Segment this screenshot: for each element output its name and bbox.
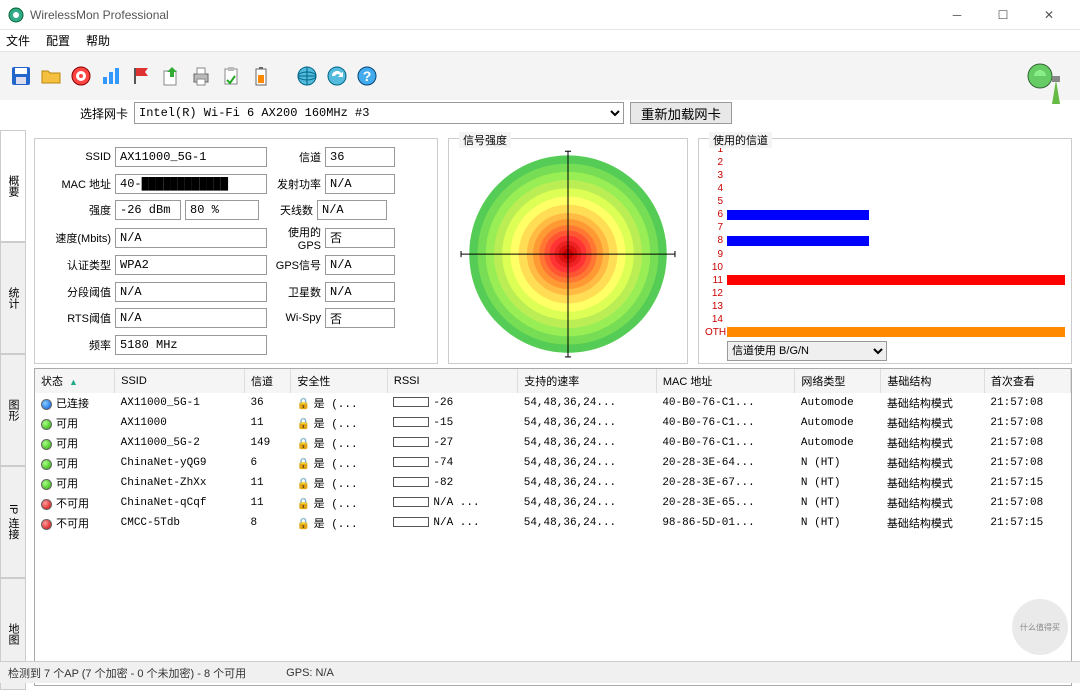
- menu-help[interactable]: 帮助: [86, 32, 110, 49]
- window-title: WirelessMon Professional: [30, 8, 934, 22]
- channel-row: 8: [705, 234, 1065, 247]
- freq-field[interactable]: [115, 335, 267, 355]
- minimize-button[interactable]: ─: [934, 1, 980, 29]
- channel-row: 1: [705, 143, 1065, 156]
- col-header[interactable]: RSSI: [387, 369, 517, 393]
- channel-mode-select[interactable]: 信道使用 B/G/N: [727, 341, 887, 361]
- channel-row: 3: [705, 169, 1065, 182]
- channel-row: 10: [705, 261, 1065, 274]
- channel-row: 9: [705, 248, 1065, 261]
- channel-row: 11: [705, 274, 1065, 287]
- battery-icon[interactable]: [248, 63, 274, 89]
- table-row[interactable]: 可用ChinaNet-ZhXx11🔒是 (...-8254,48,36,24..…: [35, 473, 1071, 493]
- channel-row: 13: [705, 300, 1065, 313]
- antenna-icon: [1022, 60, 1068, 106]
- channel-panel: 使用的信道 1234567891011121314OTH 信道使用 B/G/N: [698, 138, 1072, 364]
- channel-row: 14: [705, 313, 1065, 326]
- col-header[interactable]: 网络类型: [795, 369, 881, 393]
- rate-field[interactable]: [115, 228, 267, 248]
- table-row[interactable]: 可用AX11000_5G-2149🔒是 (...-2754,48,36,24..…: [35, 433, 1071, 453]
- channel-row: 4: [705, 182, 1065, 195]
- nic-selector-row: 选择网卡 Intel(R) Wi-Fi 6 AX200 160MHz #3 重新…: [0, 100, 1080, 130]
- folder-icon[interactable]: [38, 63, 64, 89]
- chart-icon[interactable]: [98, 63, 124, 89]
- strength-dbm-field[interactable]: [115, 200, 181, 220]
- menubar: 文件 配置 帮助: [0, 30, 1080, 52]
- menu-file[interactable]: 文件: [6, 32, 30, 49]
- clipboard-icon[interactable]: [218, 63, 244, 89]
- col-header[interactable]: 基础结构: [881, 369, 985, 393]
- flag-icon[interactable]: [128, 63, 154, 89]
- wispy-field[interactable]: [325, 308, 395, 328]
- gps-signal-field[interactable]: [325, 255, 395, 275]
- ap-table: 状态▲SSID信道安全性RSSI支持的速率MAC 地址网络类型基础结构首次查看 …: [34, 368, 1072, 686]
- col-header[interactable]: 支持的速率: [518, 369, 657, 393]
- channel-row: 7: [705, 221, 1065, 234]
- print-icon[interactable]: [188, 63, 214, 89]
- antennas-field[interactable]: [317, 200, 387, 220]
- strength-pct-field[interactable]: [185, 200, 259, 220]
- col-header[interactable]: 信道: [244, 369, 290, 393]
- channel-row: 6: [705, 208, 1065, 221]
- export-icon[interactable]: [158, 63, 184, 89]
- col-header[interactable]: 安全性: [291, 369, 388, 393]
- channel-row: 12: [705, 287, 1065, 300]
- titlebar: WirelessMon Professional ─ ☐ ✕: [0, 0, 1080, 30]
- table-row[interactable]: 已连接AX11000_5G-136🔒是 (...-2654,48,36,24..…: [35, 393, 1071, 413]
- radar-panel: 信号强度: [448, 138, 688, 364]
- channel-row: 5: [705, 195, 1065, 208]
- gps-used-field[interactable]: [325, 228, 395, 248]
- tab-overview[interactable]: 概要: [0, 130, 25, 242]
- sat-field[interactable]: [325, 282, 395, 302]
- target-icon[interactable]: [68, 63, 94, 89]
- close-button[interactable]: ✕: [1026, 1, 1072, 29]
- radar-chart: [453, 143, 683, 359]
- reload-nic-button[interactable]: 重新加载网卡: [630, 102, 732, 124]
- maximize-button[interactable]: ☐: [980, 1, 1026, 29]
- mac-field[interactable]: [115, 174, 267, 194]
- col-header[interactable]: SSID: [115, 369, 245, 393]
- svg-text:?: ?: [363, 68, 372, 84]
- channel-row: 2: [705, 156, 1065, 169]
- rts-field[interactable]: [115, 308, 267, 328]
- statusbar: 检测到 7 个AP (7 个加密 - 0 个未加密) - 8 个可用 GPS: …: [0, 661, 1080, 683]
- col-header[interactable]: 状态▲: [35, 369, 115, 393]
- table-row[interactable]: 不可用ChinaNet-qCqf11🔒是 (...N/A ...54,48,36…: [35, 493, 1071, 513]
- table-row[interactable]: 可用ChinaNet-yQG96🔒是 (...-7454,48,36,24...…: [35, 453, 1071, 473]
- nic-label: 选择网卡: [76, 105, 128, 122]
- tab-ip[interactable]: IP 连接: [0, 466, 25, 578]
- auth-field[interactable]: [115, 255, 267, 275]
- table-row[interactable]: 可用AX1100011🔒是 (...-1554,48,36,24...40-B0…: [35, 413, 1071, 433]
- txpower-field[interactable]: [325, 174, 395, 194]
- help-icon[interactable]: ?: [354, 63, 380, 89]
- app-icon: [8, 7, 24, 23]
- menu-config[interactable]: 配置: [46, 32, 70, 49]
- table-row[interactable]: 不可用CMCC-5Tdb8🔒是 (...N/A ...54,48,36,24..…: [35, 513, 1071, 533]
- channel-field[interactable]: [325, 147, 395, 167]
- channel-row: OTH: [705, 326, 1065, 339]
- refresh-globe-icon[interactable]: [324, 63, 350, 89]
- ssid-field[interactable]: [115, 147, 267, 167]
- status-gps: GPS: N/A: [286, 667, 334, 679]
- col-header[interactable]: 首次查看: [984, 369, 1070, 393]
- side-tabs: 概要 统计 图形 IP 连接 地图: [0, 130, 26, 690]
- globe-icon[interactable]: [294, 63, 320, 89]
- watermark: 什么值得买: [1012, 599, 1068, 655]
- nic-select[interactable]: Intel(R) Wi-Fi 6 AX200 160MHz #3: [134, 102, 624, 124]
- info-panel: SSID信道 MAC 地址发射功率 强度天线数 速度(Mbits)使用的GPS …: [34, 138, 438, 364]
- frag-field[interactable]: [115, 282, 267, 302]
- tab-stats[interactable]: 统计: [0, 242, 25, 354]
- status-aps: 检测到 7 个AP (7 个加密 - 0 个未加密) - 8 个可用: [8, 665, 246, 681]
- col-header[interactable]: MAC 地址: [656, 369, 795, 393]
- tab-graph[interactable]: 图形: [0, 354, 25, 466]
- toolbar: ?: [0, 52, 1080, 100]
- save-icon[interactable]: [8, 63, 34, 89]
